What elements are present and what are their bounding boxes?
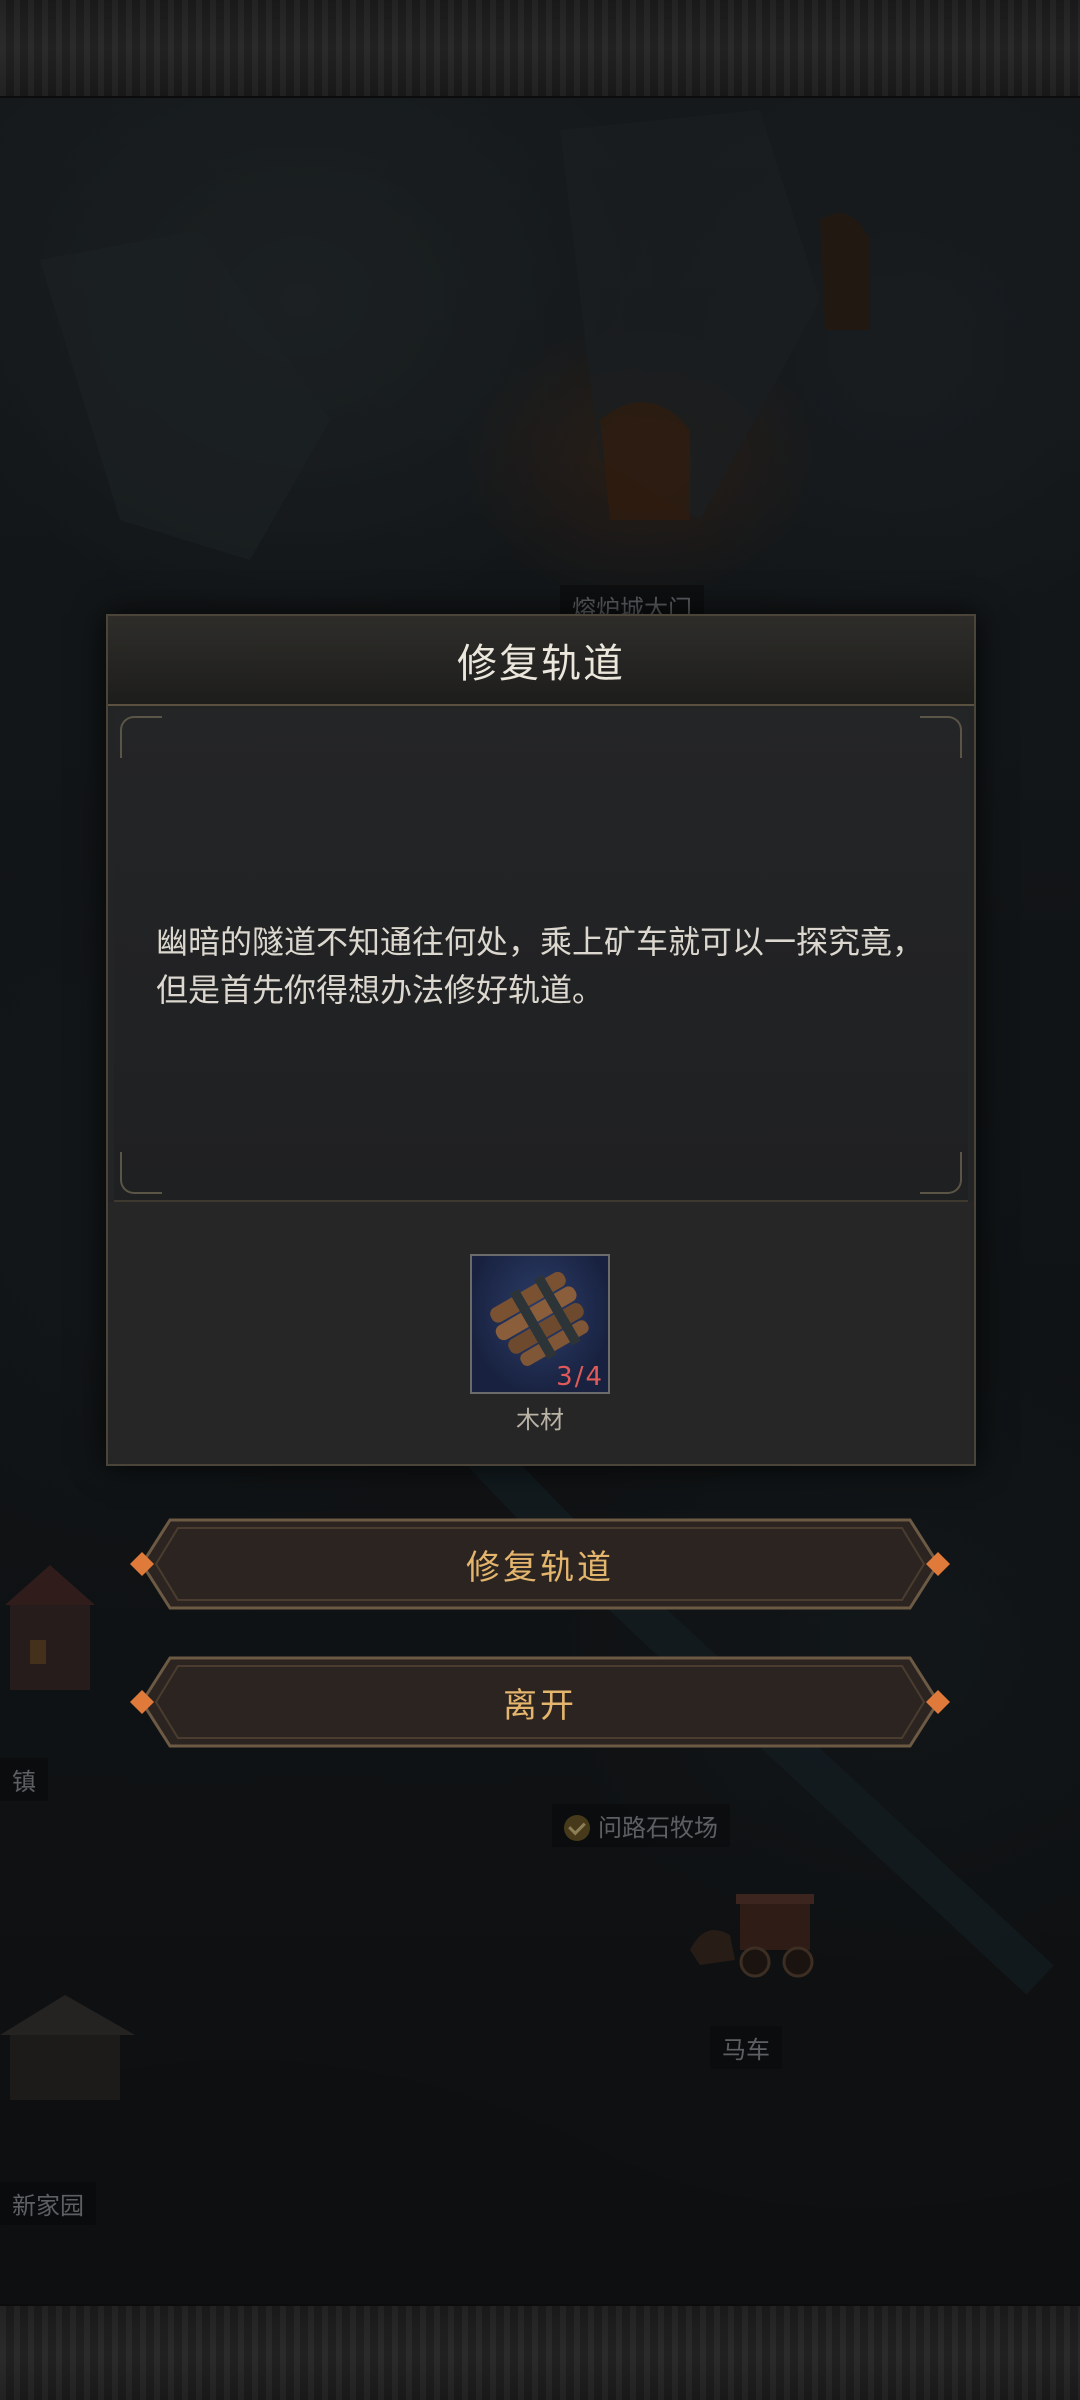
- top-ornate-frame: [0, 0, 1080, 98]
- item-slot-wood[interactable]: 3/4: [470, 1254, 610, 1394]
- corner-ornament: [920, 716, 962, 758]
- repair-track-button[interactable]: 修复轨道: [112, 1516, 968, 1612]
- item-count: 3/4: [556, 1362, 604, 1392]
- repair-button-label: 修复轨道: [466, 1547, 614, 1588]
- dialog-body: 幽暗的隧道不知通往何处，乘上矿车就可以一探究竟，但是首先你得想办法修好轨道。: [114, 710, 968, 1202]
- corner-ornament: [120, 1152, 162, 1194]
- game-screen: 熔炉城大门 镇 问路石牧场 马车 新家园 修复轨道 幽暗的隧道不知通往何处，乘上…: [0, 0, 1080, 2400]
- event-dialog: 修复轨道 幽暗的隧道不知通往何处，乘上矿车就可以一探究竟，但是首先你得想办法修好…: [106, 614, 976, 1466]
- dialog-description: 幽暗的隧道不知通往何处，乘上矿车就可以一探究竟，但是首先你得想办法修好轨道。: [156, 923, 925, 1009]
- leave-button-label: 离开: [503, 1685, 577, 1726]
- dialog-header: 修复轨道: [108, 616, 974, 706]
- leave-button[interactable]: 离开: [112, 1654, 968, 1750]
- corner-ornament: [120, 716, 162, 758]
- bottom-ornate-frame: [0, 2304, 1080, 2400]
- required-items-area: 3/4 木材: [108, 1202, 974, 1464]
- dialog-title: 修复轨道: [457, 641, 625, 687]
- corner-ornament: [920, 1152, 962, 1194]
- item-name: 木材: [516, 1406, 564, 1434]
